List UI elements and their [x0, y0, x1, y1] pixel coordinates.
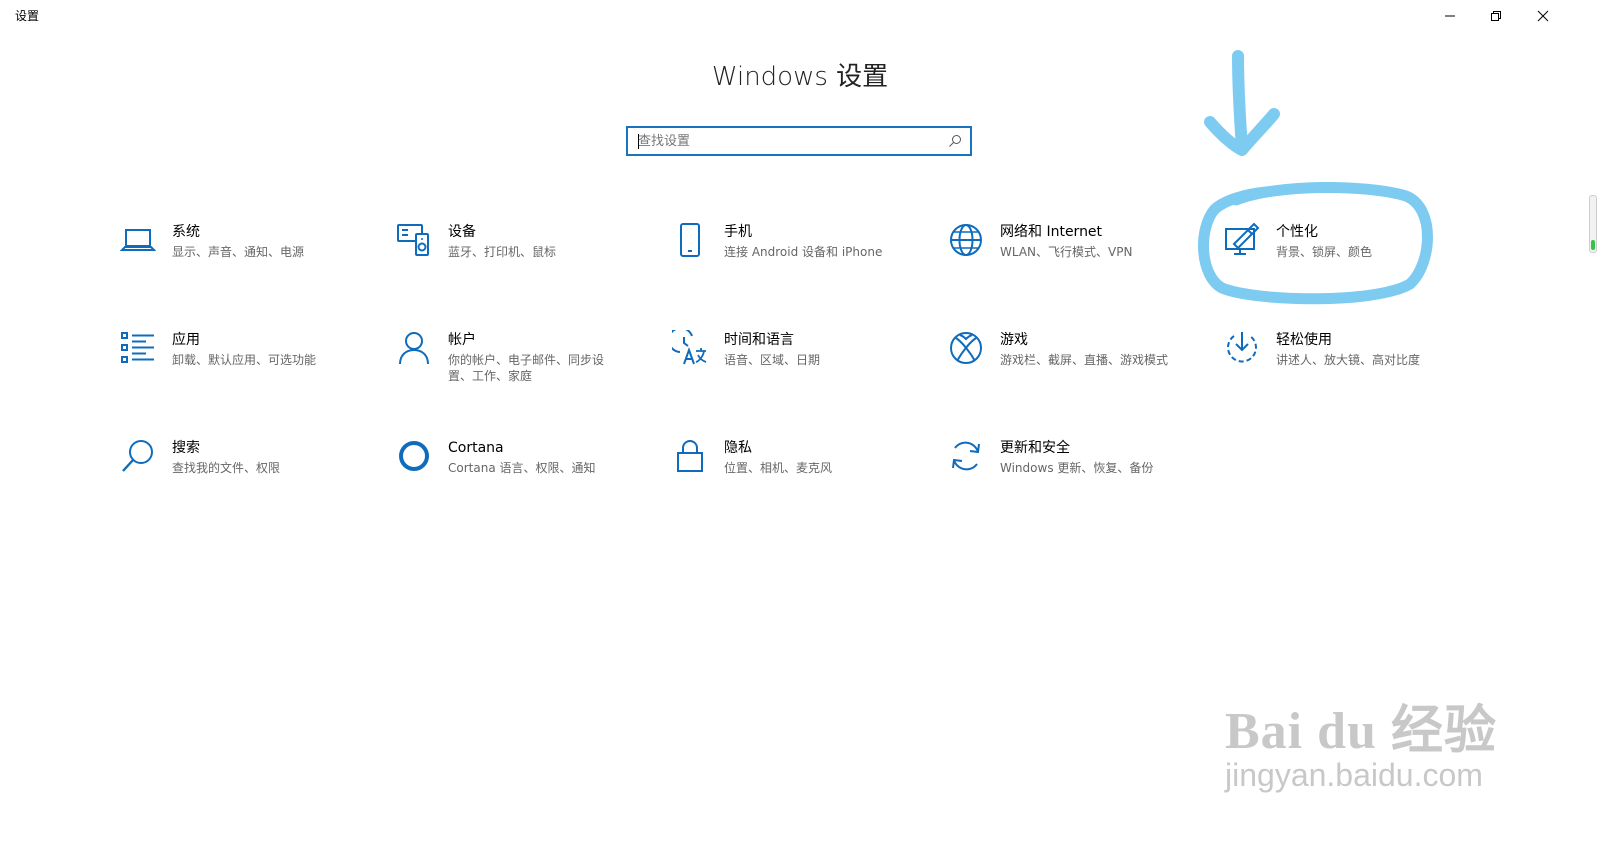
restore-button[interactable] [1473, 0, 1519, 32]
tile-title: 网络和 Internet [1000, 224, 1103, 240]
time-language-icon [672, 330, 707, 365]
tile-description: WLAN、飞行模式、VPN [1000, 245, 1133, 259]
title-bar: 设置 [0, 0, 1600, 32]
close-icon [1537, 10, 1549, 22]
search-box[interactable] [626, 126, 972, 156]
search-input[interactable] [628, 128, 948, 154]
tile-title: Cortana [448, 440, 504, 456]
laptop-icon [120, 229, 156, 251]
tile-update-security[interactable]: 更新和安全 Windows 更新、恢复、备份 [948, 438, 1218, 528]
tile-title: 时间和语言 [724, 332, 794, 348]
tile-title: 帐户 [448, 332, 476, 348]
tile-title: 轻松使用 [1276, 332, 1332, 348]
annotation-arrow [1204, 50, 1280, 156]
tile-description: 查找我的文件、权限 [172, 461, 281, 475]
tile-title: 隐私 [724, 440, 752, 456]
annotation-circle [1198, 181, 1433, 305]
tile-devices[interactable]: 设备 蓝牙、打印机、鼠标 [396, 222, 666, 312]
tile-gaming[interactable]: 游戏 游戏栏、截屏、直播、游戏模式 [948, 330, 1218, 420]
tile-description: 语音、区域、日期 [724, 353, 821, 367]
tile-description: 游戏栏、截屏、直播、游戏模式 [1000, 353, 1169, 367]
xbox-icon [950, 332, 982, 364]
globe-icon [950, 224, 982, 256]
devices-icon [397, 224, 429, 256]
tile-description: Cortana 语言、权限、通知 [448, 461, 596, 475]
tile-system[interactable]: 系统 显示、声音、通知、电源 [120, 222, 390, 312]
tile-description: 位置、相机、麦克风 [724, 461, 833, 475]
tile-privacy[interactable]: 隐私 位置、相机、麦克风 [672, 438, 942, 528]
scrollbar-thumb[interactable] [1591, 240, 1595, 250]
tile-ease-of-access[interactable]: 轻松使用 讲述人、放大镜、高对比度 [1224, 330, 1494, 420]
tile-title: 游戏 [1000, 332, 1028, 348]
apps-list-icon [121, 332, 154, 363]
tile-title: 应用 [172, 332, 200, 348]
text-caret [638, 134, 639, 149]
tile-description: 连接 Android 设备和 iPhone [724, 245, 883, 259]
tile-title: 设备 [448, 224, 476, 240]
tile-time-language[interactable]: 时间和语言 语音、区域、日期 [672, 330, 942, 420]
minimize-button[interactable] [1427, 0, 1473, 32]
restore-icon [1491, 11, 1501, 21]
tile-title: 手机 [724, 224, 752, 240]
watermark: Bai du 经验 jingyan.baidu.com [1225, 688, 1497, 794]
tile-cortana[interactable]: Cortana Cortana 语言、权限、通知 [396, 438, 666, 528]
search-magnifier-icon [122, 440, 153, 472]
tile-description: 显示、声音、通知、电源 [172, 245, 305, 259]
tile-description: 讲述人、放大镜、高对比度 [1276, 353, 1421, 367]
tile-title: 更新和安全 [1000, 440, 1070, 456]
page-title: Windows 设置 [711, 62, 889, 92]
watermark-brand: Bai du 经验 [1225, 703, 1497, 760]
tile-description: 你的帐户、电子邮件、同步设置、工作、家庭 [448, 353, 605, 383]
tile-apps[interactable]: 应用 卸载、默认应用、可选功能 [120, 330, 390, 420]
vertical-scrollbar[interactable] [1589, 195, 1597, 253]
search-icon[interactable] [948, 134, 962, 148]
tile-network[interactable]: 网络和 Internet WLAN、飞行模式、VPN [948, 222, 1218, 312]
tile-description: 卸载、默认应用、可选功能 [172, 353, 317, 367]
tile-phone[interactable]: 手机 连接 Android 设备和 iPhone [672, 222, 942, 312]
app-title: 设置 [15, 9, 40, 23]
cortana-icon [399, 441, 429, 471]
phone-icon [680, 223, 700, 257]
tile-title: 系统 [172, 224, 200, 240]
tile-search[interactable]: 搜索 查找我的文件、权限 [120, 438, 390, 528]
watermark-url: jingyan.baidu.com [1225, 757, 1483, 793]
lock-icon [677, 440, 703, 472]
tile-accounts[interactable]: 帐户 你的帐户、电子邮件、同步设置、工作、家庭 [396, 330, 666, 420]
tile-title: 搜索 [172, 440, 200, 456]
refresh-icon [952, 441, 980, 471]
person-icon [399, 332, 429, 365]
close-button[interactable] [1520, 0, 1566, 32]
tile-description: Windows 更新、恢复、备份 [1000, 461, 1154, 475]
tile-description: 蓝牙、打印机、鼠标 [448, 245, 557, 259]
ease-of-access-icon [1227, 332, 1257, 363]
minimize-icon [1445, 15, 1455, 17]
